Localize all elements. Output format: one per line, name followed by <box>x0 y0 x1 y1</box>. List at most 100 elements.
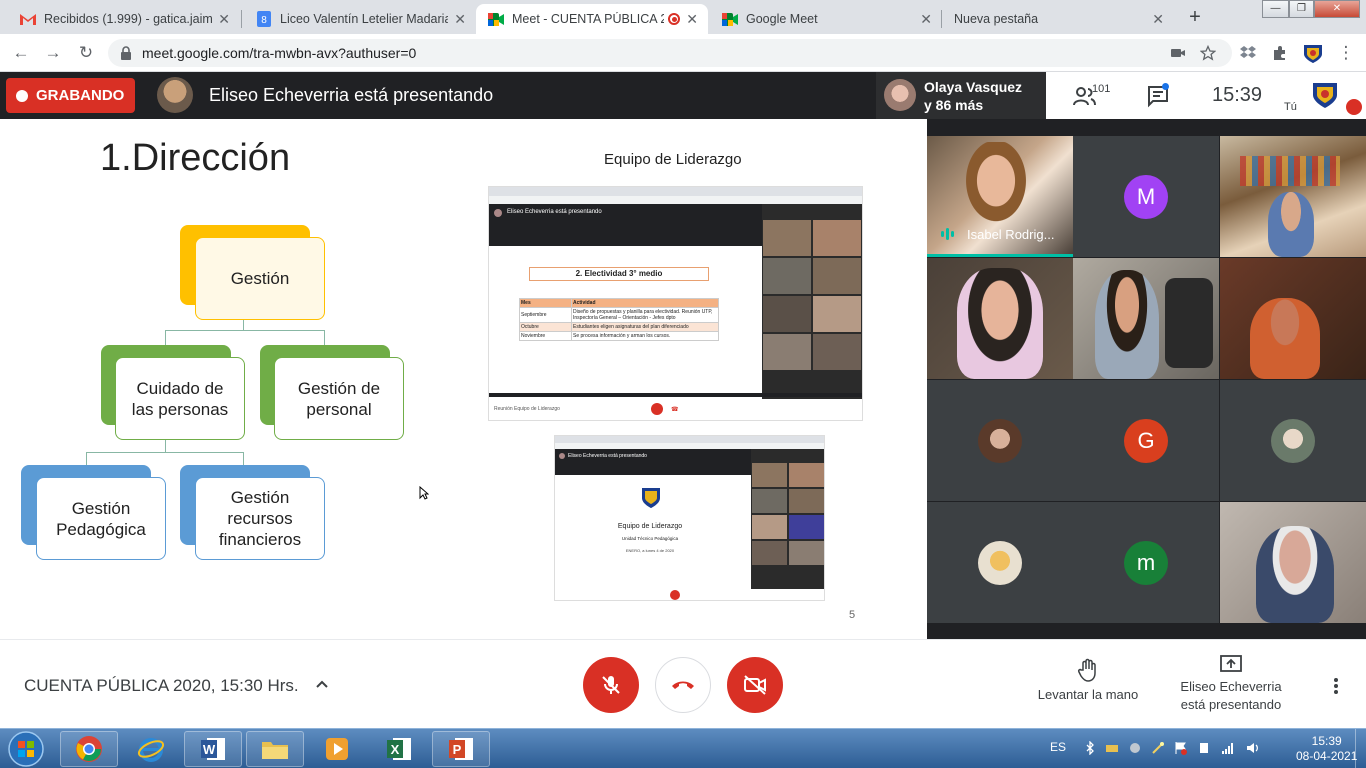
internet-explorer-icon <box>137 738 165 762</box>
participants-preview[interactable]: Olaya Vasquez y 86 más <box>876 72 1046 119</box>
star-icon[interactable] <box>1200 45 1216 61</box>
presenter-line: está presentando <box>1180 697 1282 712</box>
self-avatar[interactable] <box>1310 80 1340 110</box>
tab-label: Google Meet <box>746 12 818 26</box>
participant-tile[interactable] <box>927 258 1073 379</box>
mini-tile <box>752 541 787 565</box>
org-node-label: Gestión <box>230 269 290 288</box>
participant-name: Isabel Rodrig... <box>967 227 1055 242</box>
word-icon: W <box>201 738 225 760</box>
dropbox-icon[interactable] <box>1239 44 1257 62</box>
meet-icon <box>488 11 504 27</box>
maximize-button[interactable]: ❐ <box>1289 0 1314 18</box>
taskbar-explorer[interactable] <box>246 731 304 767</box>
taskbar-ie[interactable] <box>122 731 180 767</box>
signal-icon[interactable] <box>1221 741 1235 755</box>
mini-slide-title: Equipo de Liderazgo <box>617 523 683 530</box>
participant-name: Olaya Vasquez <box>924 79 1023 95</box>
org-node-label: Gestión de personal <box>297 378 381 419</box>
reload-button[interactable]: ↻ <box>75 42 97 64</box>
mini-tile <box>763 296 811 332</box>
extensions-icon[interactable] <box>1271 44 1289 62</box>
participant-tile[interactable] <box>927 502 1073 623</box>
tab-liceo[interactable]: 8 Liceo Valentín Letelier Madariag ✕ <box>244 4 476 34</box>
show-desktop-button[interactable] <box>1355 729 1366 768</box>
chevron-up-icon[interactable] <box>314 676 330 692</box>
mini-tile <box>813 334 861 370</box>
hangup-icon <box>672 681 694 689</box>
meet-bottom-bar: CUENTA PÚBLICA 2020, 15:30 Hrs. Levantar… <box>0 639 1366 728</box>
presenting-text: Eliseo Echeverria está presentando <box>209 85 494 105</box>
raise-hand-button[interactable]: Levantar la mano <box>1030 656 1146 704</box>
system-clock[interactable]: 15:39 08-04-2021 <box>1296 734 1357 764</box>
new-tab-button[interactable]: + <box>1183 6 1207 30</box>
participants-preview-text: Olaya Vasquez y 86 más <box>924 78 1022 114</box>
taskbar-excel[interactable]: X <box>370 731 428 767</box>
windows-taskbar: W X P ES 15:39 08-04-2021 <box>0 728 1366 768</box>
mini-addressbar <box>489 196 862 204</box>
close-icon[interactable]: ✕ <box>218 11 230 28</box>
tab-meet-active[interactable]: Meet - CUENTA PÚBLICA 20 ✕ <box>476 4 708 34</box>
url-input[interactable]: meet.google.com/tra-mwbn-avx?authuser=0 <box>108 39 1232 67</box>
tab-gmail[interactable]: Recibidos (1.999) - gatica.jaime ✕ <box>8 4 240 34</box>
participant-tile[interactable]: Isabel Rodrig... <box>927 136 1073 257</box>
mini-table-cell: Noviembre <box>519 331 572 341</box>
participant-face <box>1250 298 1320 379</box>
mic-toggle-button[interactable] <box>583 657 639 713</box>
participant-tile[interactable] <box>1220 136 1366 257</box>
mini-tile <box>763 220 811 256</box>
camera-toggle-button[interactable] <box>727 657 783 713</box>
minimize-button[interactable]: — <box>1262 0 1289 18</box>
browser-menu-icon[interactable]: ⋮ <box>1335 42 1357 64</box>
org-node-label: Gestión Pedagógica <box>56 498 146 539</box>
participant-tile[interactable] <box>1220 258 1366 379</box>
participant-tile[interactable] <box>1220 502 1366 623</box>
participant-initial-avatar: M <box>1124 174 1168 219</box>
tools-icon[interactable] <box>1128 741 1142 755</box>
mini-tile <box>763 334 811 370</box>
participant-tile[interactable]: m <box>1073 502 1219 623</box>
camera-icon[interactable] <box>1170 45 1186 61</box>
mini-table-header: Mes <box>519 298 572 308</box>
bluetooth-icon[interactable] <box>1083 741 1097 755</box>
volume-icon[interactable] <box>1246 741 1260 755</box>
speaking-indicator-icon <box>941 228 954 240</box>
more-options-icon[interactable] <box>1326 676 1346 696</box>
flag-icon[interactable] <box>1174 741 1188 755</box>
org-connector <box>165 440 166 452</box>
network-device-icon[interactable] <box>1197 741 1211 755</box>
presenting-button[interactable]: Eliseo Echeverria está presentando <box>1166 652 1296 714</box>
mic-off-icon <box>602 676 620 694</box>
taskbar-chrome[interactable] <box>60 731 118 767</box>
tab-new[interactable]: Nueva pestaña ✕ <box>942 4 1174 34</box>
close-icon[interactable]: ✕ <box>920 11 932 28</box>
org-node-cuidado: Cuidado de las personas <box>115 357 245 440</box>
close-icon[interactable]: ✕ <box>454 11 466 28</box>
powerpoint-icon: P <box>449 738 473 760</box>
input-language[interactable]: ES <box>1050 740 1066 754</box>
back-button[interactable]: ← <box>10 42 32 64</box>
participant-initial-avatar: G <box>1124 418 1168 463</box>
start-button[interactable] <box>4 729 48 768</box>
mini-tile <box>789 489 824 513</box>
tab-google-meet[interactable]: Google Meet ✕ <box>710 4 942 34</box>
forward-button[interactable]: → <box>42 42 64 64</box>
taskbar-word[interactable]: W <box>184 731 242 767</box>
taskbar-media[interactable] <box>308 731 366 767</box>
close-icon[interactable]: ✕ <box>1152 11 1164 28</box>
participant-tile[interactable]: M <box>1073 136 1219 257</box>
taskbar-powerpoint[interactable]: P <box>432 731 490 767</box>
close-icon[interactable]: ✕ <box>686 11 698 28</box>
device-icon[interactable] <box>1105 741 1119 755</box>
participant-avatar <box>884 79 916 111</box>
participant-tile[interactable]: G <box>1073 380 1219 501</box>
participant-tile[interactable] <box>1220 380 1366 501</box>
participant-tile[interactable] <box>927 380 1073 501</box>
wand-icon[interactable] <box>1151 741 1165 755</box>
close-window-button[interactable]: ✕ <box>1314 0 1360 18</box>
meet-icon <box>722 11 738 27</box>
participant-tile[interactable] <box>1073 258 1219 379</box>
gmail-icon <box>20 11 36 27</box>
leave-call-button[interactable] <box>655 657 711 713</box>
profile-avatar[interactable] <box>1302 42 1324 64</box>
